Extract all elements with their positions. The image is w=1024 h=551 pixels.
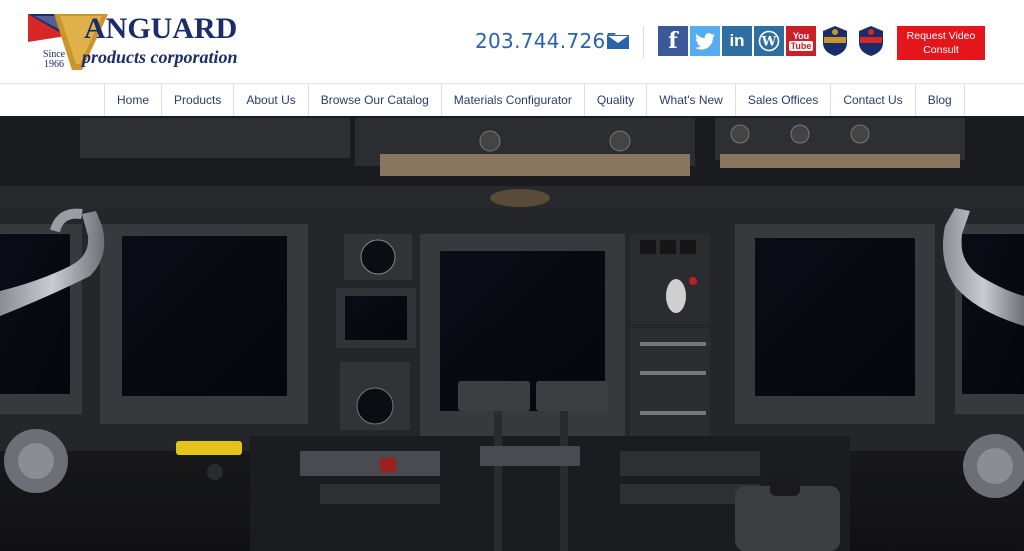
request-video-consult-button[interactable]: Request Video Consult <box>897 26 985 60</box>
wordpress-icon[interactable]: W <box>754 26 784 56</box>
vanguard-logo[interactable]: Since 1966 ANGUARD products corporation <box>28 12 258 74</box>
main-navigation: Home Products About Us Browse Our Catalo… <box>0 84 1024 116</box>
logo-wordmark: ANGUARD <box>84 12 238 45</box>
phone-number[interactable]: 203.744.7265 <box>475 29 619 53</box>
svg-text:W: W <box>761 35 777 50</box>
nav-item-products[interactable]: Products <box>162 84 235 116</box>
site-header: Since 1966 ANGUARD products corporation … <box>0 0 1024 84</box>
linkedin-icon[interactable]: in <box>722 26 752 56</box>
youtube-icon[interactable]: You Tube <box>786 26 816 56</box>
facebook-icon[interactable]: f <box>658 26 688 56</box>
twitter-icon[interactable] <box>690 26 720 56</box>
logo-subtitle: products corporation <box>82 47 238 67</box>
nav-item-materials-configurator[interactable]: Materials Configurator <box>442 84 585 116</box>
nav-item-home[interactable]: Home <box>105 84 163 116</box>
logo-since-text: Since 1966 <box>42 49 66 70</box>
envelope-icon[interactable] <box>607 35 629 49</box>
nav-item-contact-us[interactable]: Contact Us <box>831 84 916 116</box>
nav-item-blog[interactable]: Blog <box>916 84 965 116</box>
nav-item-about-us[interactable]: About Us <box>234 84 309 116</box>
nav-item-quality[interactable]: Quality <box>585 84 648 116</box>
nav-item-whats-new[interactable]: What's New <box>647 84 736 116</box>
quality-badge-icon <box>823 26 847 56</box>
cockpit-illustration <box>0 116 1024 551</box>
nav-item-sales-offices[interactable]: Sales Offices <box>736 84 832 116</box>
hero-cockpit-image <box>0 116 1024 551</box>
header-divider <box>643 26 644 58</box>
certification-badge-icon <box>859 26 883 56</box>
nav-item-browse-catalog[interactable]: Browse Our Catalog <box>309 84 442 116</box>
